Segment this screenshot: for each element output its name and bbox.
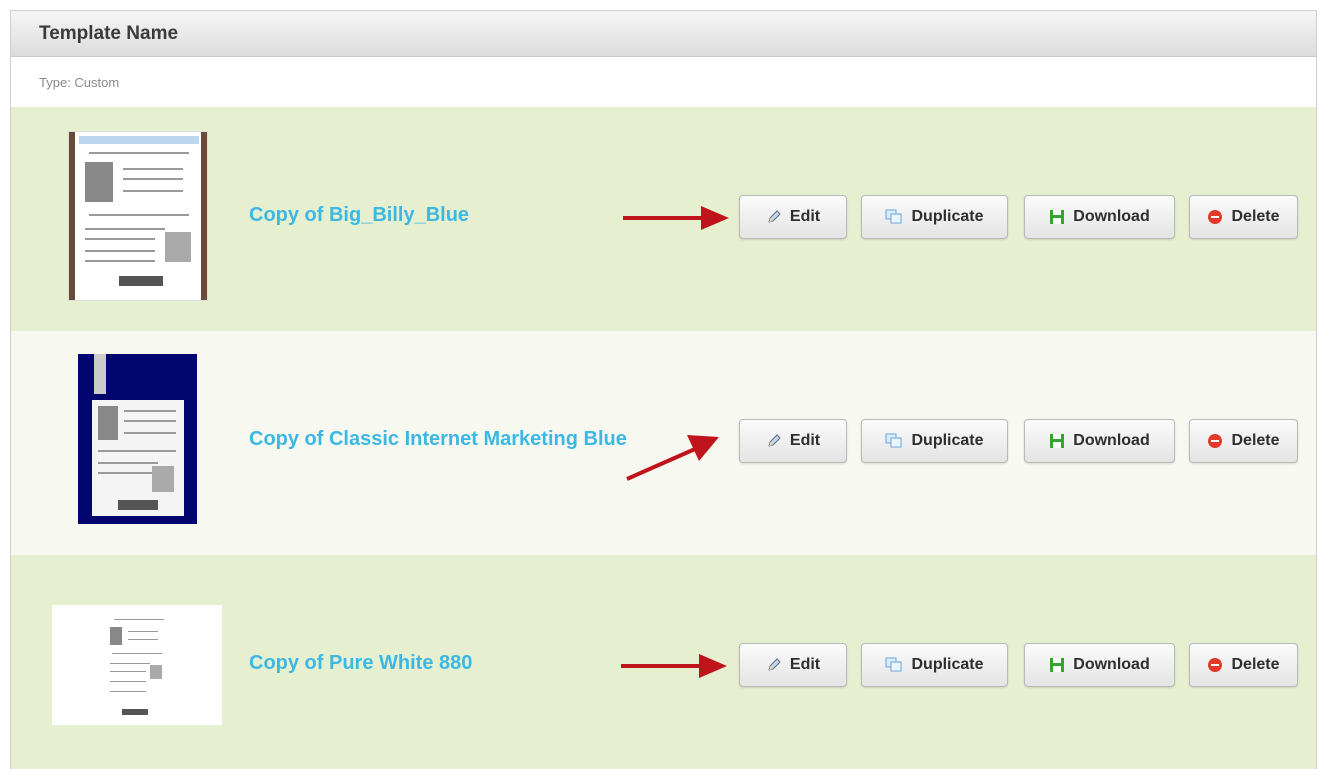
duplicate-button[interactable]: Duplicate [861,195,1008,239]
delete-button[interactable]: Delete [1189,419,1298,463]
download-button-label: Download [1073,432,1150,449]
template-name-link[interactable]: Copy of Big_Billy_Blue [249,204,469,227]
table-header: Template Name [11,11,1316,57]
red-arrow-icon [621,654,727,678]
red-arrow-icon [623,206,729,230]
duplicate-button-label: Duplicate [911,656,984,673]
pencil-icon [768,658,781,671]
download-button[interactable]: Download [1024,419,1175,463]
duplicate-icon [885,433,902,448]
template-name-link[interactable]: Copy of Pure White 880 [249,652,472,675]
pencil-icon [768,434,781,447]
duplicate-button-label: Duplicate [911,208,984,225]
minus-circle-icon [1208,210,1223,224]
template-thumbnail[interactable] [78,354,197,524]
minus-circle-icon [1208,658,1223,672]
template-row: Copy of Pure White 880 Edit Duplicate Do… [11,555,1316,769]
template-thumbnail[interactable] [68,131,208,301]
floppy-disk-icon [1050,210,1065,224]
delete-button[interactable]: Delete [1189,643,1298,687]
download-button[interactable]: Download [1024,643,1175,687]
edit-button[interactable]: Edit [739,419,847,463]
duplicate-icon [885,657,902,672]
download-button[interactable]: Download [1024,195,1175,239]
minus-circle-icon [1208,434,1223,448]
template-row: Copy of Big_Billy_Blue Edit Duplicate Do… [11,107,1316,331]
duplicate-button[interactable]: Duplicate [861,643,1008,687]
edit-button-label: Edit [789,432,821,449]
floppy-disk-icon [1050,658,1065,672]
edit-button-label: Edit [789,208,821,225]
template-row: Copy of Classic Internet Marketing Blue … [11,331,1316,555]
download-button-label: Download [1073,208,1150,225]
red-arrow-icon [626,435,719,481]
template-name-link[interactable]: Copy of Classic Internet Marketing Blue [249,428,627,451]
edit-button[interactable]: Edit [739,195,847,239]
download-button-label: Download [1073,656,1150,673]
duplicate-button[interactable]: Duplicate [861,419,1008,463]
template-list-panel: Template Name Type: Custom Copy of Big_B… [10,10,1317,769]
delete-button-label: Delete [1231,432,1280,449]
delete-button-label: Delete [1231,208,1280,225]
delete-button-label: Delete [1231,656,1280,673]
template-type-label: Type: Custom [39,74,120,90]
column-header-template-name: Template Name [39,22,179,44]
edit-button[interactable]: Edit [739,643,847,687]
edit-button-label: Edit [789,656,821,673]
template-thumbnail[interactable] [52,605,222,725]
floppy-disk-icon [1050,434,1065,448]
duplicate-icon [885,209,902,224]
pencil-icon [768,210,781,223]
duplicate-button-label: Duplicate [911,432,984,449]
delete-button[interactable]: Delete [1189,195,1298,239]
